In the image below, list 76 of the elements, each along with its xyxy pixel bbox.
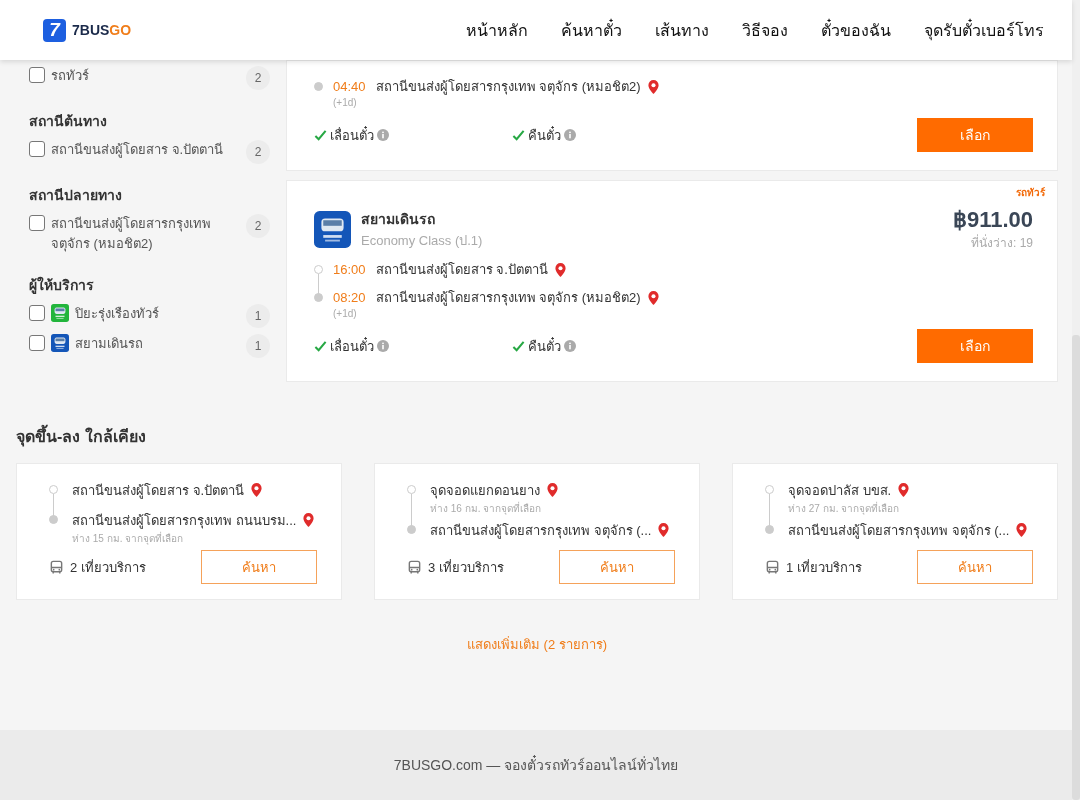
map-pin-icon[interactable]	[553, 261, 567, 279]
bus-icon	[765, 559, 780, 575]
map-pin-icon[interactable]	[1015, 522, 1029, 539]
day-offset: (+1d)	[333, 308, 358, 319]
checkbox[interactable]	[29, 67, 45, 83]
checkbox[interactable]	[29, 215, 45, 231]
count-badge: 1	[246, 334, 270, 358]
seat-class: Economy Class (ป.1)	[361, 232, 483, 250]
distance-note: ห่าง 27 กม. จากจุดที่เลือก	[788, 501, 901, 516]
nav-link[interactable]: ตั๋วของฉัน	[821, 17, 891, 43]
time-label: 04:40	[333, 78, 366, 96]
time-label: 16:00	[333, 261, 366, 279]
count-badge: 2	[246, 140, 270, 164]
checkbox[interactable]	[29, 305, 45, 321]
station-name: สถานีขนส่งผู้โดยสารกรุงเทพ จตุจักร (...	[788, 522, 1010, 541]
info-icon[interactable]	[564, 129, 576, 141]
map-pin-icon[interactable]	[546, 482, 559, 499]
info-icon[interactable]	[564, 340, 576, 352]
bus-type-tag: รถทัวร์	[1016, 185, 1045, 200]
info-icon[interactable]	[377, 129, 389, 141]
trip-count: 1 เที่ยวบริการ	[786, 558, 862, 577]
map-pin-icon[interactable]	[250, 482, 264, 499]
map-pin-icon[interactable]	[897, 482, 911, 499]
logo-icon[interactable]: 7	[43, 18, 66, 42]
day-offset: (+1d)	[333, 97, 358, 108]
station-name: สถานีขนส่งผู้โดยสารกรุงเทพ จตุจักร (...	[430, 522, 652, 541]
station-name: สถานีขนส่งผู้โดยสารกรุงเทพ จตุจักร (หมอชิต2)	[375, 289, 641, 308]
count-badge: 1	[246, 304, 270, 328]
bus-icon	[49, 559, 64, 575]
station-name: จุดจอดปาลัส บขส.	[788, 482, 892, 501]
logo-text[interactable]: 7BUSGO	[72, 22, 132, 38]
nav-link[interactable]: หน้าหลัก	[466, 17, 528, 43]
nav-link[interactable]: วิธีจอง	[742, 17, 788, 43]
station-name: สถานีขนส่งผู้โดยสารกรุงเทพ จตุจักร (หมอชิต2)	[375, 78, 641, 97]
timeline-dot	[314, 82, 323, 91]
distance-note: ห่าง 16 กม. จากจุดที่เลือก	[430, 501, 543, 516]
nav-link[interactable]: ค้นหาตั๋ว	[561, 17, 622, 43]
filter-label: สถานีขนส่งผู้โดยสารกรุงเทพ จตุจักร (หมอชิต2)	[51, 215, 212, 254]
bus-logo-icon	[314, 211, 351, 248]
station-name: สถานีขนส่งผู้โดยสาร จ.ปัตตานี	[375, 261, 548, 280]
feature-label: เลื่อนตั๋ว	[330, 336, 374, 356]
nav-link[interactable]: จุดรับตั๋วเบอร์โทร	[924, 17, 1044, 43]
info-icon[interactable]	[377, 340, 389, 352]
scrollbar[interactable]	[1072, 0, 1080, 800]
trip-count: 3 เที่ยวบริการ	[428, 558, 504, 577]
feature-label: คืนตั๋ว	[528, 336, 561, 356]
filter-heading: สถานีปลายทาง	[29, 186, 123, 205]
filter-heading: สถานีต้นทาง	[29, 112, 108, 131]
filter-label: ปิยะรุ่งเรืองทัวร์	[75, 305, 160, 324]
map-pin-icon[interactable]	[302, 512, 316, 529]
checkbox[interactable]	[29, 335, 45, 351]
filter-label: สยามเดินรถ	[75, 335, 144, 353]
map-pin-icon[interactable]	[646, 289, 660, 307]
filter-label: สถานีขนส่งผู้โดยสาร จ.ปัตตานี	[51, 141, 225, 160]
station-name: สถานีขนส่งผู้โดยสาร จ.ปัตตานี	[72, 482, 245, 501]
filter-heading: ผู้ให้บริการ	[29, 275, 95, 296]
map-pin-icon[interactable]	[657, 522, 671, 539]
checkbox[interactable]	[29, 141, 45, 157]
station-name: จุดจอดแยกดอนยาง	[430, 482, 540, 501]
time-label: 08:20	[333, 289, 366, 307]
bus-icon	[407, 559, 422, 575]
operator-name: สยามเดินรถ	[361, 210, 436, 229]
count-badge: 2	[246, 214, 270, 238]
seats-left: ที่นั่งว่าง: 19	[970, 233, 1033, 252]
nav-link[interactable]: เส้นทาง	[655, 17, 709, 43]
feature-label: เลื่อนตั๋ว	[330, 125, 374, 145]
feature-label: คืนตั๋ว	[528, 125, 561, 145]
count-badge: 2	[246, 66, 270, 90]
filter-label: รถทัวร์	[51, 67, 90, 85]
footer-text: 7BUSGO.com — จองตั๋วรถทัวร์ออนไลน์ทั่วไทย	[393, 754, 679, 775]
distance-note: ห่าง 15 กม. จากจุดที่เลือก	[72, 531, 185, 546]
trip-count: 2 เที่ยวบริการ	[70, 558, 146, 577]
map-pin-icon[interactable]	[646, 78, 660, 96]
price: ฿911.00	[952, 207, 1033, 233]
station-name: สถานีขนส่งผู้โดยสารกรุงเทพ ถนนบรม...	[72, 512, 297, 531]
section-title: จุดขึ้น-ลง ใกล้เคียง	[16, 424, 1058, 449]
